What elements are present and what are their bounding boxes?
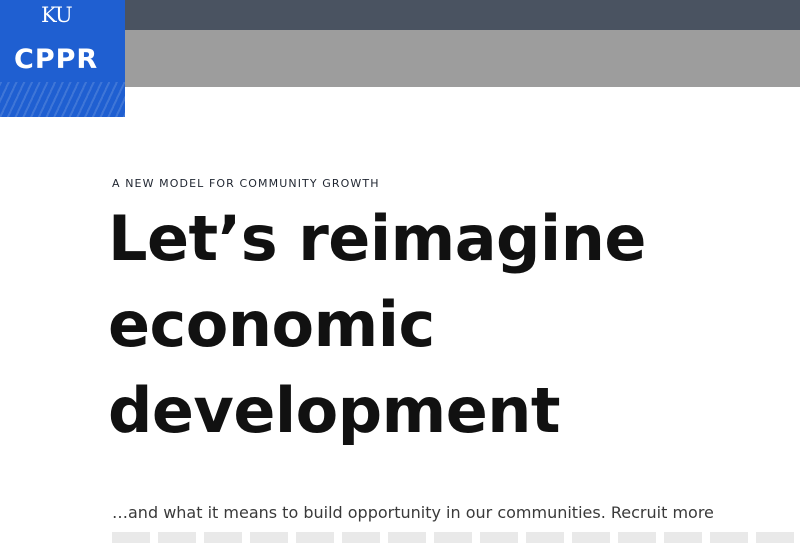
page: KU CPPR A NEW MODEL FOR COMMUNITY GROWTH… — [0, 0, 800, 543]
hero-eyebrow: A NEW MODEL FOR COMMUNITY GROWTH — [112, 177, 380, 190]
headline-line-3: development — [108, 374, 561, 447]
hero-lede: …and what it means to build opportunity … — [112, 503, 714, 522]
hero-headline: Let’s reimagine economic development — [108, 196, 798, 454]
secondary-nav-bar — [125, 30, 800, 87]
cppr-logo-link[interactable]: KU CPPR — [0, 0, 125, 117]
cppr-logo-text: CPPR — [14, 44, 99, 75]
ku-logo-mark: KU — [41, 3, 73, 27]
headline-line-2: economic — [108, 288, 435, 361]
cropped-text-line — [112, 532, 800, 543]
headline-line-1: Let’s reimagine — [108, 202, 646, 275]
logo-stripe-pattern — [0, 82, 125, 117]
